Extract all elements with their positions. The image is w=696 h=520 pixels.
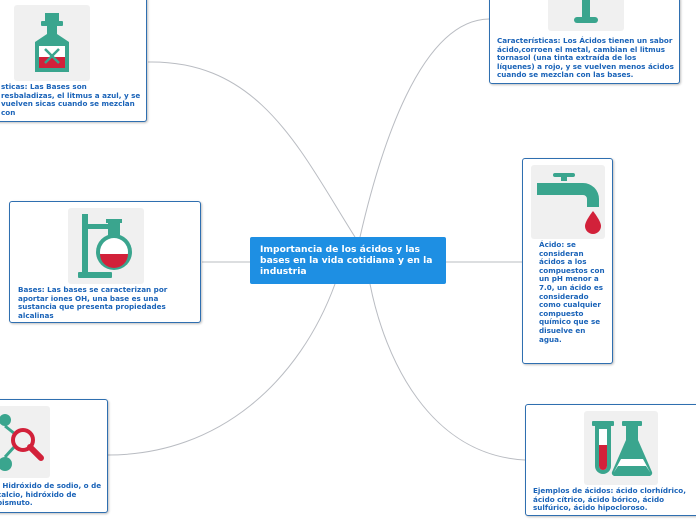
node-bases-characteristics[interactable]: sticas: Las Bases son resbaladizas, el l… — [0, 0, 147, 122]
node-acid-definition-text: Ácido: se consideran ácidos a los compue… — [539, 240, 605, 344]
central-topic[interactable]: Importancia de los ácidos y las bases en… — [250, 237, 446, 284]
mind-map-canvas: Importancia de los ácidos y las bases en… — [0, 0, 696, 520]
node-bases-examples-text: : Hidróxido de sodio, o de calcio, hidró… — [0, 481, 102, 508]
node-acids-characteristics[interactable]: Características: Los Ácidos tienen un sa… — [489, 0, 680, 84]
node-bases-examples[interactable]: : Hidróxido de sodio, o de calcio, hidró… — [0, 399, 108, 513]
connector-acids-characteristics — [359, 18, 490, 238]
test-tube-stand-icon — [548, 0, 624, 31]
central-topic-title: Importancia de los ácidos y las bases en… — [260, 244, 433, 277]
node-acid-examples-text: Ejemplos de ácidos: ácido clorhídrico, á… — [533, 486, 686, 513]
connector-acid-examples — [369, 283, 526, 461]
lab-flask-stand-icon — [68, 208, 144, 284]
molecule-magnifier-icon — [0, 406, 50, 478]
test-tube-flask-icon — [584, 411, 658, 485]
potion-bottle-icon — [14, 5, 90, 81]
node-acid-examples[interactable]: Ejemplos de ácidos: ácido clorhídrico, á… — [525, 404, 696, 516]
node-bases-characteristics-text: sticas: Las Bases son resbaladizas, el l… — [1, 82, 141, 117]
node-bases-definition[interactable]: Bases: Las bases se caracterizan por apo… — [9, 201, 201, 323]
node-acids-characteristics-text: Características: Los Ácidos tienen un sa… — [497, 36, 674, 80]
node-acid-definition[interactable]: Ácido: se consideran ácidos a los compue… — [522, 158, 613, 364]
node-bases-definition-text: Bases: Las bases se caracterizan por apo… — [18, 285, 168, 320]
faucet-drop-icon — [531, 165, 605, 239]
